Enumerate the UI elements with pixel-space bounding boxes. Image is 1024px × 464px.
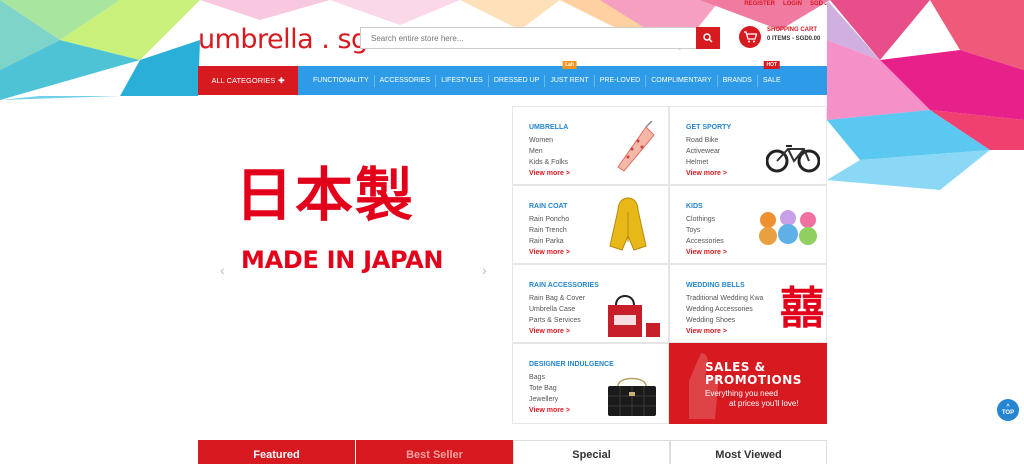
search-button[interactable]: [696, 27, 720, 49]
cart-title: SHOPPING CART: [767, 27, 818, 33]
product-tabs: Featured Best Seller Special Most Viewed: [198, 440, 827, 464]
promo-tagline-line1: Everything you need: [705, 389, 778, 398]
category-title: GET SPORTY: [686, 124, 732, 131]
hot-badge: HOT: [763, 60, 781, 69]
umbrella-icon: [617, 121, 655, 172]
nav-item-pre-loved[interactable]: PRE-LOVED: [595, 74, 647, 87]
category-card-wedding-bells[interactable]: WEDDING BELLS Traditional Wedding Kwa We…: [669, 264, 827, 343]
sales-promotions-card[interactable]: SALES & PROMOTIONS Everything you need a…: [669, 343, 827, 424]
cart-summary: 0 ITEMS - SGD0.00: [767, 36, 821, 42]
top-links: REGISTER LOGIN SGD⌄: [744, 0, 828, 9]
all-categories-button[interactable]: ALL CATEGORIES ✚: [198, 66, 298, 95]
nav-item-dressed-up[interactable]: DRESSED UP: [489, 74, 546, 87]
tote-bag-icon: [608, 295, 660, 337]
category-card-umbrella[interactable]: UMBRELLA Women Men Kids & Folks View mor…: [512, 106, 669, 185]
nav-item-just-rent[interactable]: JUST RENT Lah: [545, 60, 595, 87]
tab-featured[interactable]: Featured: [198, 440, 355, 464]
nav-item-accessories[interactable]: ACCESSORIES: [375, 74, 437, 87]
nav-item-complimentary[interactable]: COMPLIMENTARY: [646, 74, 718, 87]
slider-prev-arrow[interactable]: ‹: [220, 262, 225, 278]
cart-icon: [739, 26, 761, 48]
tab-best-seller[interactable]: Best Seller: [356, 440, 513, 464]
back-to-top-button[interactable]: ^ TOP: [997, 399, 1019, 421]
category-grid: UMBRELLA Women Men Kids & Folks View mor…: [512, 106, 827, 424]
search-input[interactable]: [360, 27, 696, 49]
double-happiness-icon: 囍: [780, 283, 824, 334]
banner-kanji: 日本製: [235, 161, 416, 229]
nav-item-sale[interactable]: SALE HOT: [758, 60, 786, 87]
promo-title-line2: PROMOTIONS: [705, 373, 802, 387]
currency-value: SGD: [809, 1, 823, 7]
toys-icon: [759, 210, 817, 245]
nav-item-functionality[interactable]: FUNCTIONALITY: [308, 74, 375, 87]
promo-tagline-line2: at prices you'll love!: [729, 399, 799, 408]
search-icon: [703, 33, 713, 43]
tab-most-viewed[interactable]: Most Viewed: [670, 440, 827, 464]
handbag-icon: [608, 377, 656, 416]
category-card-rain-accessories[interactable]: RAIN ACCESSORIES Rain Bag & Cover Umbrel…: [512, 264, 669, 343]
top-label: TOP: [1001, 410, 1015, 416]
all-categories-label: ALL CATEGORIES: [211, 76, 276, 85]
currency-selector[interactable]: SGD⌄: [810, 0, 828, 9]
slider-next-arrow[interactable]: ›: [482, 262, 487, 278]
category-title: DESIGNER INDULGENCE: [529, 361, 614, 368]
view-more-link[interactable]: View more >: [686, 247, 826, 258]
lah-badge: Lah: [562, 60, 577, 69]
nav-item-label: JUST RENT: [550, 76, 589, 84]
category-card-designer-indulgence[interactable]: DESIGNER INDULGENCE Bags Tote Bag Jewell…: [512, 343, 669, 424]
banner-caption: MADE IN JAPAN: [241, 246, 444, 274]
category-card-kids[interactable]: KIDS Clothings Toys Accessories View mor…: [669, 185, 827, 264]
category-title: RAIN ACCESSORIES: [529, 282, 599, 289]
site-logo[interactable]: umbrella . sg: [198, 24, 368, 55]
tab-special[interactable]: Special: [513, 440, 670, 464]
category-card-get-sporty[interactable]: GET SPORTY Road Bike Activewear Helmet V…: [669, 106, 827, 185]
raincoat-icon: [609, 197, 647, 251]
nav-item-brands[interactable]: BRANDS: [718, 74, 758, 87]
plus-icon: ✚: [278, 76, 285, 85]
category-card-rain-coat[interactable]: RAIN COAT Rain Poncho Rain Trench Rain P…: [512, 185, 669, 264]
nav-item-label: SALE: [762, 76, 781, 84]
hero-banner[interactable]: 日本製 MADE IN JAPAN ‹ ›: [198, 106, 512, 424]
nav-item-lifestyles[interactable]: LIFESTYLES: [436, 74, 489, 87]
thumbs-up-icon: [689, 353, 719, 419]
shopping-cart[interactable]: SHOPPING CART 0 ITEMS - SGD0.00: [739, 26, 820, 48]
main-nav: ALL CATEGORIES ✚ FUNCTIONALITY ACCESSORI…: [198, 60, 827, 95]
bicycle-icon: [766, 145, 820, 173]
login-link[interactable]: LOGIN: [783, 0, 802, 9]
search-bar: [360, 27, 720, 49]
logo-text: umbrella . sg: [198, 24, 368, 55]
register-link[interactable]: REGISTER: [744, 0, 775, 9]
